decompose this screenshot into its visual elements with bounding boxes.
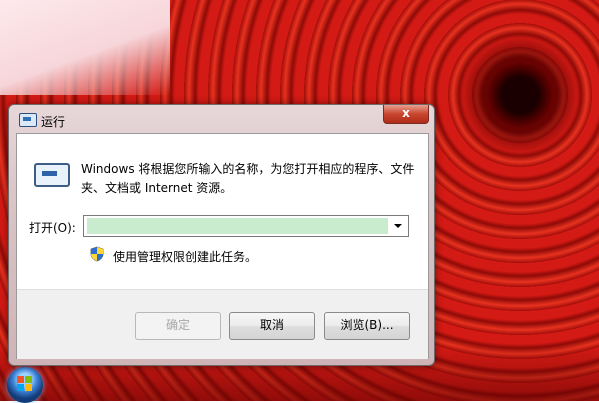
windows-start-icon [17,376,33,392]
shield-icon [90,246,104,262]
window-title: 运行 [41,115,66,129]
open-combobox [83,215,409,237]
open-label: 打开(O): [29,221,76,235]
dialog-body: Windows 将根据您所输入的名称，为您打开相应的程序、文件夹、文档或 Int… [16,133,429,359]
ok-button[interactable]: 确定 [135,312,221,340]
cancel-button[interactable]: 取消 [229,312,315,340]
open-input[interactable] [87,218,388,234]
admin-privilege-note: 使用管理权限创建此任务。 [113,250,258,264]
run-program-icon [34,163,70,187]
start-button[interactable] [7,367,43,403]
dialog-description: Windows 将根据您所输入的名称，为您打开相应的程序、文件夹、文档或 Int… [81,162,415,195]
chevron-down-icon[interactable] [388,216,408,236]
run-dialog: 运行 x Windows 将根据您所输入的名称，为您打开相应的程序、文件夹、文档… [8,104,435,366]
run-icon [19,113,37,127]
wallpaper-highlight [0,0,170,95]
title-bar[interactable]: 运行 x [9,105,434,133]
close-button[interactable]: x [383,105,429,124]
browse-button[interactable]: 浏览(B)... [324,312,410,340]
